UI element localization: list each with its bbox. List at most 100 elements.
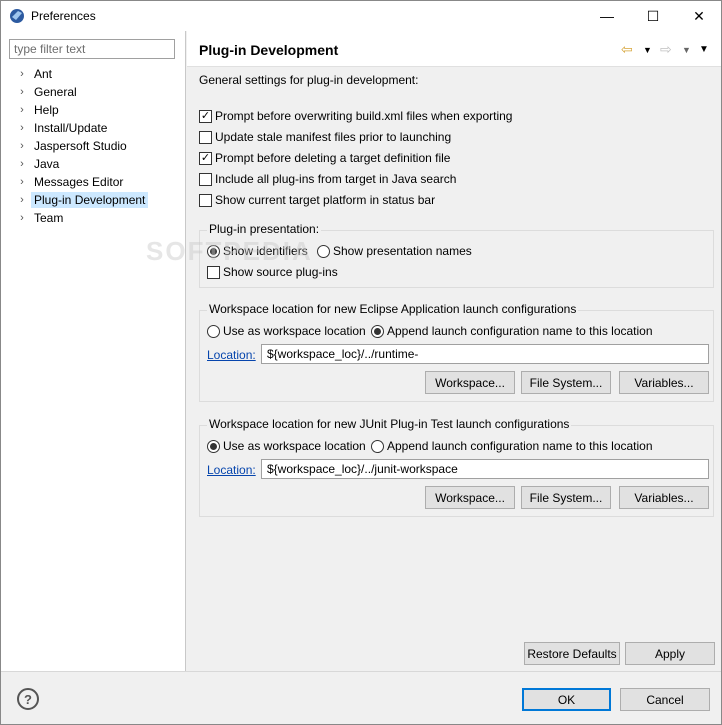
option-label: Show source plug-ins xyxy=(223,265,338,279)
page-title: Plug-in Development xyxy=(199,42,339,58)
tree-item-help[interactable]: › Help xyxy=(13,101,185,119)
tree-item-label: Jaspersoft Studio xyxy=(34,139,127,153)
radio-show-identifiers[interactable]: Show identifiers xyxy=(207,242,308,260)
tree-item-label: General xyxy=(34,85,77,99)
title-bar: Preferences — ☐ ✕ xyxy=(1,1,721,31)
radio[interactable] xyxy=(371,439,384,453)
chevron-right-icon[interactable]: › xyxy=(13,176,31,188)
tree-item-java[interactable]: › Java xyxy=(13,155,185,173)
tree-item-label: Install/Update xyxy=(34,121,108,135)
radio-selected[interactable] xyxy=(207,244,220,258)
radio[interactable] xyxy=(207,324,220,338)
option-include-all-plugins[interactable]: Include all plug-ins from target in Java… xyxy=(199,170,456,188)
junit-location-group: Workspace location for new JUnit Plug-in… xyxy=(199,417,714,517)
tree-item-label: Ant xyxy=(34,67,53,81)
tree-item-jaspersoft-studio[interactable]: › Jaspersoft Studio xyxy=(13,137,185,155)
chevron-right-icon[interactable]: › xyxy=(13,104,31,116)
checkbox-checked[interactable]: ✓ xyxy=(199,151,212,165)
dialog-footer: ? OK Cancel xyxy=(1,671,721,724)
eclipse-app-location-group: Workspace location for new Eclipse Appli… xyxy=(199,302,714,402)
location-link[interactable]: Location: xyxy=(207,463,256,477)
close-button[interactable]: ✕ xyxy=(676,1,722,31)
option-label: Prompt before overwriting build.xml file… xyxy=(215,109,513,123)
checkbox[interactable] xyxy=(199,172,212,186)
radio[interactable] xyxy=(317,244,330,258)
radio-use-as-workspace[interactable]: Use as workspace location xyxy=(207,322,366,340)
checkbox[interactable] xyxy=(199,193,212,207)
chevron-right-icon[interactable]: › xyxy=(13,212,31,224)
cancel-button[interactable]: Cancel xyxy=(620,688,710,711)
option-show-target-status[interactable]: Show current target platform in status b… xyxy=(199,191,435,209)
workspace-button[interactable]: Workspace... xyxy=(425,371,515,394)
ok-button[interactable]: OK xyxy=(522,688,611,711)
group-title: Workspace location for new JUnit Plug-in… xyxy=(207,417,572,431)
tree-item-label: Team xyxy=(34,211,64,225)
preferences-window: Preferences — ☐ ✕ › Ant › General › Help… xyxy=(0,0,722,725)
location-input[interactable]: ${workspace_loc}/../junit-workspace xyxy=(261,459,709,479)
forward-dropdown-icon[interactable]: ▼ xyxy=(682,45,691,55)
radio-label: Use as workspace location xyxy=(223,324,366,338)
tree-item-plugin-development[interactable]: › Plug-in Development xyxy=(13,191,185,209)
radio-selected[interactable] xyxy=(207,439,220,453)
group-title: Workspace location for new Eclipse Appli… xyxy=(207,302,579,316)
tree-item-label: Help xyxy=(34,103,59,117)
radio-append-config-name[interactable]: Append launch configuration name to this… xyxy=(371,322,653,340)
tree-item-messages-editor[interactable]: › Messages Editor xyxy=(13,173,185,191)
tree-item-label: Messages Editor xyxy=(34,175,124,189)
chevron-right-icon[interactable]: › xyxy=(13,158,31,170)
preference-page: Plug-in Development ⇦ ▼ ⇨ ▼ ▼ General se… xyxy=(187,31,721,671)
back-arrow-icon[interactable]: ⇦ xyxy=(621,41,633,58)
tree-item-general[interactable]: › General xyxy=(13,83,185,101)
plugin-presentation-group: Plug-in presentation: Show identifiers S… xyxy=(199,222,714,288)
tree-item-label: Plug-in Development xyxy=(31,192,149,208)
filter-input[interactable] xyxy=(9,39,175,59)
view-menu-icon[interactable]: ▼ xyxy=(699,44,709,55)
page-description: General settings for plug-in development… xyxy=(199,73,419,87)
radio-label: Append launch configuration name to this… xyxy=(387,324,653,338)
option-label: Update stale manifest files prior to lau… xyxy=(215,130,452,144)
option-show-source-plugins[interactable]: Show source plug-ins xyxy=(207,263,338,281)
chevron-right-icon[interactable]: › xyxy=(13,194,31,206)
back-dropdown-icon[interactable]: ▼ xyxy=(643,45,652,55)
location-input[interactable]: ${workspace_loc}/../runtime- xyxy=(261,344,709,364)
workspace-button[interactable]: Workspace... xyxy=(425,486,515,509)
radio-label: Show identifiers xyxy=(223,244,308,258)
radio-show-presentation-names[interactable]: Show presentation names xyxy=(317,242,472,260)
option-label: Show current target platform in status b… xyxy=(215,193,436,207)
checkbox-checked[interactable]: ✓ xyxy=(199,109,212,123)
radio-label: Append launch configuration name to this… xyxy=(387,439,653,453)
help-icon[interactable]: ? xyxy=(17,688,39,710)
variables-button[interactable]: Variables... xyxy=(619,371,709,394)
checkbox[interactable] xyxy=(199,130,212,144)
preference-tree: › Ant › General › Help › Install/Update … xyxy=(13,65,185,227)
radio-use-as-workspace[interactable]: Use as workspace location xyxy=(207,437,366,455)
radio-label: Use as workspace location xyxy=(223,439,366,453)
location-link[interactable]: Location: xyxy=(207,348,256,362)
file-system-button[interactable]: File System... xyxy=(521,486,611,509)
checkbox[interactable] xyxy=(207,265,220,279)
maximize-button[interactable]: ☐ xyxy=(630,1,676,31)
option-prompt-delete-target[interactable]: ✓ Prompt before deleting a target defini… xyxy=(199,149,450,167)
apply-button[interactable]: Apply xyxy=(625,642,715,665)
option-update-stale-manifest[interactable]: Update stale manifest files prior to lau… xyxy=(199,128,451,146)
chevron-right-icon[interactable]: › xyxy=(13,68,31,80)
page-header: Plug-in Development ⇦ ▼ ⇨ ▼ ▼ xyxy=(187,31,721,67)
radio-append-config-name[interactable]: Append launch configuration name to this… xyxy=(371,437,653,455)
window-title: Preferences xyxy=(31,9,96,23)
tree-item-ant[interactable]: › Ant xyxy=(13,65,185,83)
tree-item-install-update[interactable]: › Install/Update xyxy=(13,119,185,137)
tree-item-team[interactable]: › Team xyxy=(13,209,185,227)
tree-item-label: Java xyxy=(34,157,60,171)
eclipse-app-icon xyxy=(10,9,24,23)
file-system-button[interactable]: File System... xyxy=(521,371,611,394)
variables-button[interactable]: Variables... xyxy=(619,486,709,509)
forward-arrow-icon[interactable]: ⇨ xyxy=(660,41,672,58)
option-prompt-overwrite-build[interactable]: ✓ Prompt before overwriting build.xml fi… xyxy=(199,107,512,125)
radio-label: Show presentation names xyxy=(333,244,472,258)
radio-selected[interactable] xyxy=(371,324,384,338)
chevron-right-icon[interactable]: › xyxy=(13,140,31,152)
minimize-button[interactable]: — xyxy=(584,1,630,31)
chevron-right-icon[interactable]: › xyxy=(13,122,31,134)
chevron-right-icon[interactable]: › xyxy=(13,86,31,98)
restore-defaults-button[interactable]: Restore Defaults xyxy=(524,642,620,665)
